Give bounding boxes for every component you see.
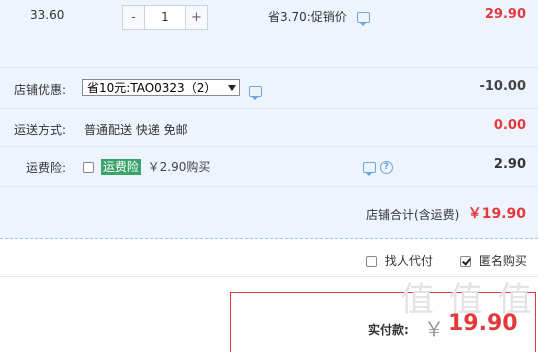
shop-total-amount: ￥19.90	[467, 206, 526, 222]
shipping-amount: 0.00	[493, 118, 526, 133]
proxy-pay-label: 找人代付	[384, 254, 433, 268]
insurance-option[interactable]: 运费险 ￥2.90购买	[83, 158, 210, 175]
anonymous-option[interactable]: 匿名购买	[460, 252, 527, 269]
decrease-button[interactable]: -	[123, 6, 144, 29]
help-icon[interactable]: ?	[379, 161, 393, 174]
insurance-tag: 运费险	[100, 159, 141, 175]
shop-total-label: 店铺合计(含运费)	[366, 208, 460, 222]
shipping-label: 运送方式:	[14, 123, 67, 137]
insurance-checkbox[interactable]	[83, 162, 94, 173]
divider	[0, 108, 538, 109]
divider	[0, 186, 538, 187]
chat-icon[interactable]	[363, 162, 376, 176]
anonymous-label: 匿名购买	[478, 254, 527, 268]
payment-amount: 19.90	[448, 311, 518, 336]
item-subtotal: 29.90	[484, 7, 526, 22]
insurance-label: 运费险:	[26, 161, 67, 175]
proxy-pay-option[interactable]: 找人代付	[366, 252, 433, 269]
shipping-method: 普通配送 快递 免邮	[84, 123, 188, 137]
shop-discount-amount: -10.00	[479, 79, 526, 94]
promo-saving-text: 省3.70:促销价	[268, 10, 347, 24]
payment-label: 实付款:	[368, 323, 409, 337]
divider	[0, 67, 538, 68]
payment-currency: ￥	[424, 317, 444, 341]
promo-saving: 省3.70:促销价	[268, 8, 370, 26]
increase-button[interactable]: +	[186, 6, 207, 29]
order-panel	[0, 0, 538, 239]
unit-price: 33.60	[30, 8, 65, 22]
chat-icon[interactable]	[356, 12, 370, 26]
anonymous-checkbox[interactable]	[460, 256, 471, 267]
chevron-down-icon	[228, 85, 236, 91]
insurance-help[interactable]: ?	[363, 160, 393, 176]
shop-discount-label: 店铺优惠:	[14, 83, 67, 97]
chat-icon[interactable]	[249, 86, 262, 100]
insurance-amount: 2.90	[493, 157, 526, 172]
quantity-input[interactable]: 1	[144, 6, 186, 29]
divider	[0, 146, 538, 147]
quantity-stepper[interactable]: - 1 +	[122, 5, 208, 30]
coupon-select[interactable]: 省10元:TAO0323（2）	[82, 79, 240, 96]
coupon-select-value: 省10元:TAO0323（2）	[87, 81, 217, 95]
proxy-pay-checkbox[interactable]	[366, 256, 377, 267]
insurance-price: ￥2.90购买	[147, 160, 211, 174]
